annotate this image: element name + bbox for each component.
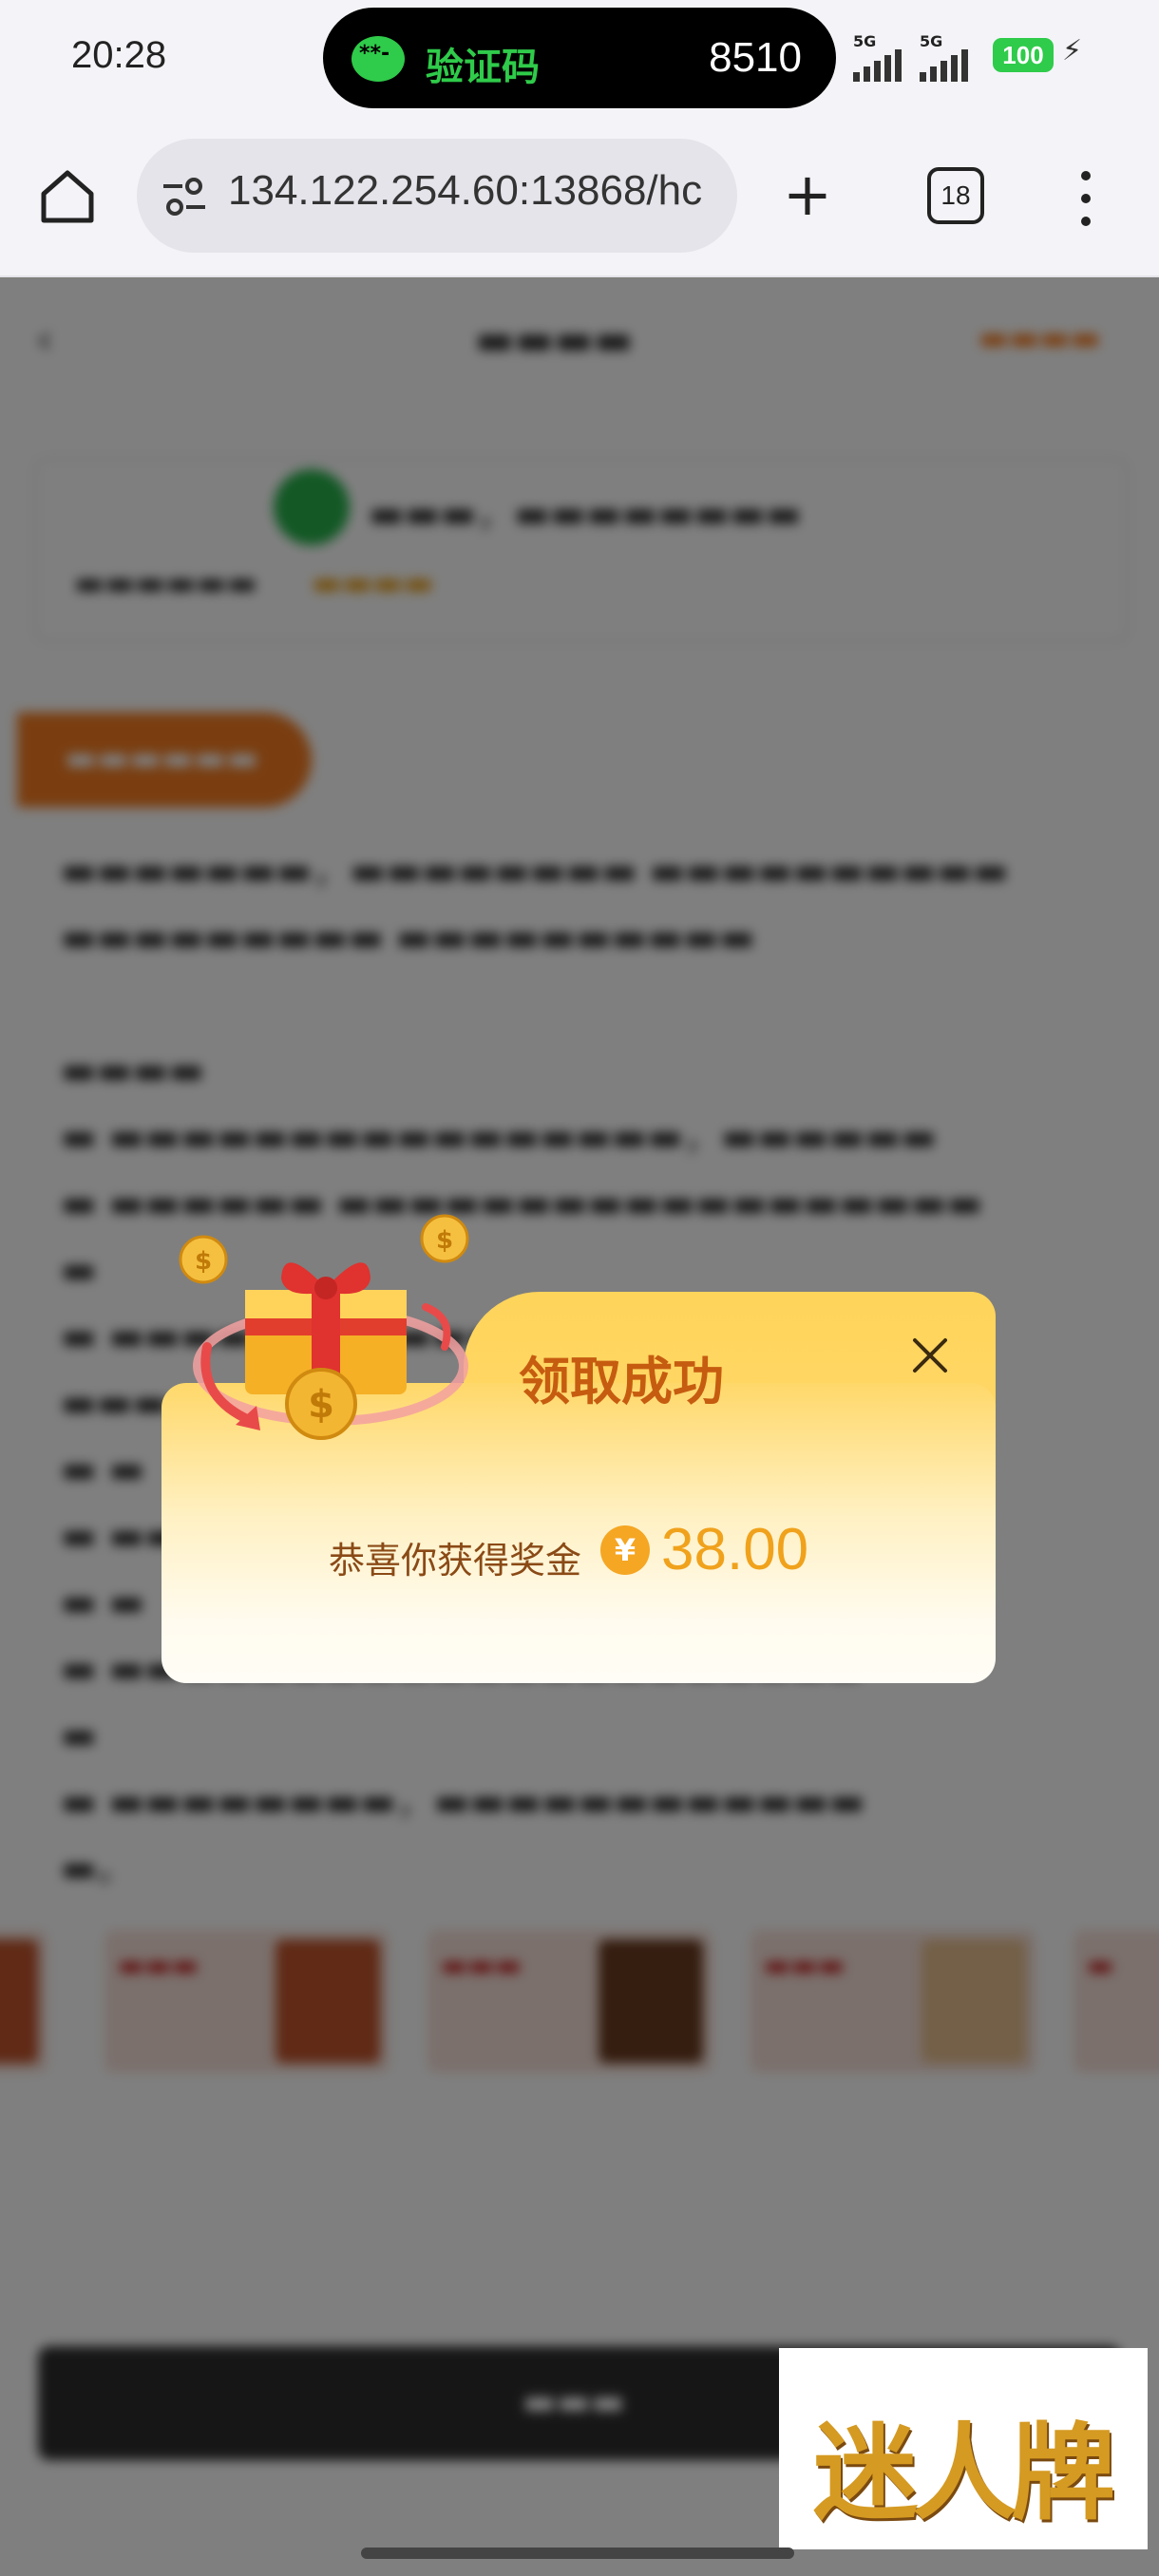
tab-switcher-button[interactable]: 18 [927,167,984,224]
site-settings-icon[interactable] [160,177,209,217]
close-icon[interactable] [906,1332,954,1379]
reward-amount: 38.00 [661,1517,809,1582]
watermark-logo: 迷人牌 [779,2348,1148,2549]
notification-code: 8510 [709,34,802,81]
battery-indicator: 100 [993,38,1054,72]
plus-icon[interactable]: + [783,163,832,226]
reward-message: 恭喜你获得奖金 [329,1540,582,1582]
watermark-text: 迷人牌 [813,2412,1115,2534]
home-indicator[interactable] [361,2548,794,2559]
status-bar: 20:28 **- 验证码 8510 5G 5G 100 ⚡ [0,0,1159,123]
home-icon[interactable] [36,165,99,228]
address-bar[interactable]: 134.122.254.60:13868/hc [137,139,737,253]
svg-text:$: $ [195,1247,212,1276]
status-time: 20:28 [71,34,167,76]
svg-text:$: $ [308,1383,334,1427]
coin-icon: ¥ [600,1525,650,1575]
browser-toolbar: 134.122.254.60:13868/hc + 18 [0,123,1159,277]
url-text[interactable]: 134.122.254.60:13868/hc [228,167,702,215]
notification-label: 验证码 [426,46,540,89]
gift-box-icon: $ $ $ [179,1214,469,1440]
message-icon: **- [352,36,405,82]
more-vert-icon[interactable] [1074,171,1098,228]
svg-text:$: $ [436,1226,453,1255]
notification-pill[interactable]: **- 验证码 8510 [323,8,836,108]
charging-icon: ⚡ [1062,34,1083,67]
dialog-title: 领取成功 [519,1352,724,1411]
